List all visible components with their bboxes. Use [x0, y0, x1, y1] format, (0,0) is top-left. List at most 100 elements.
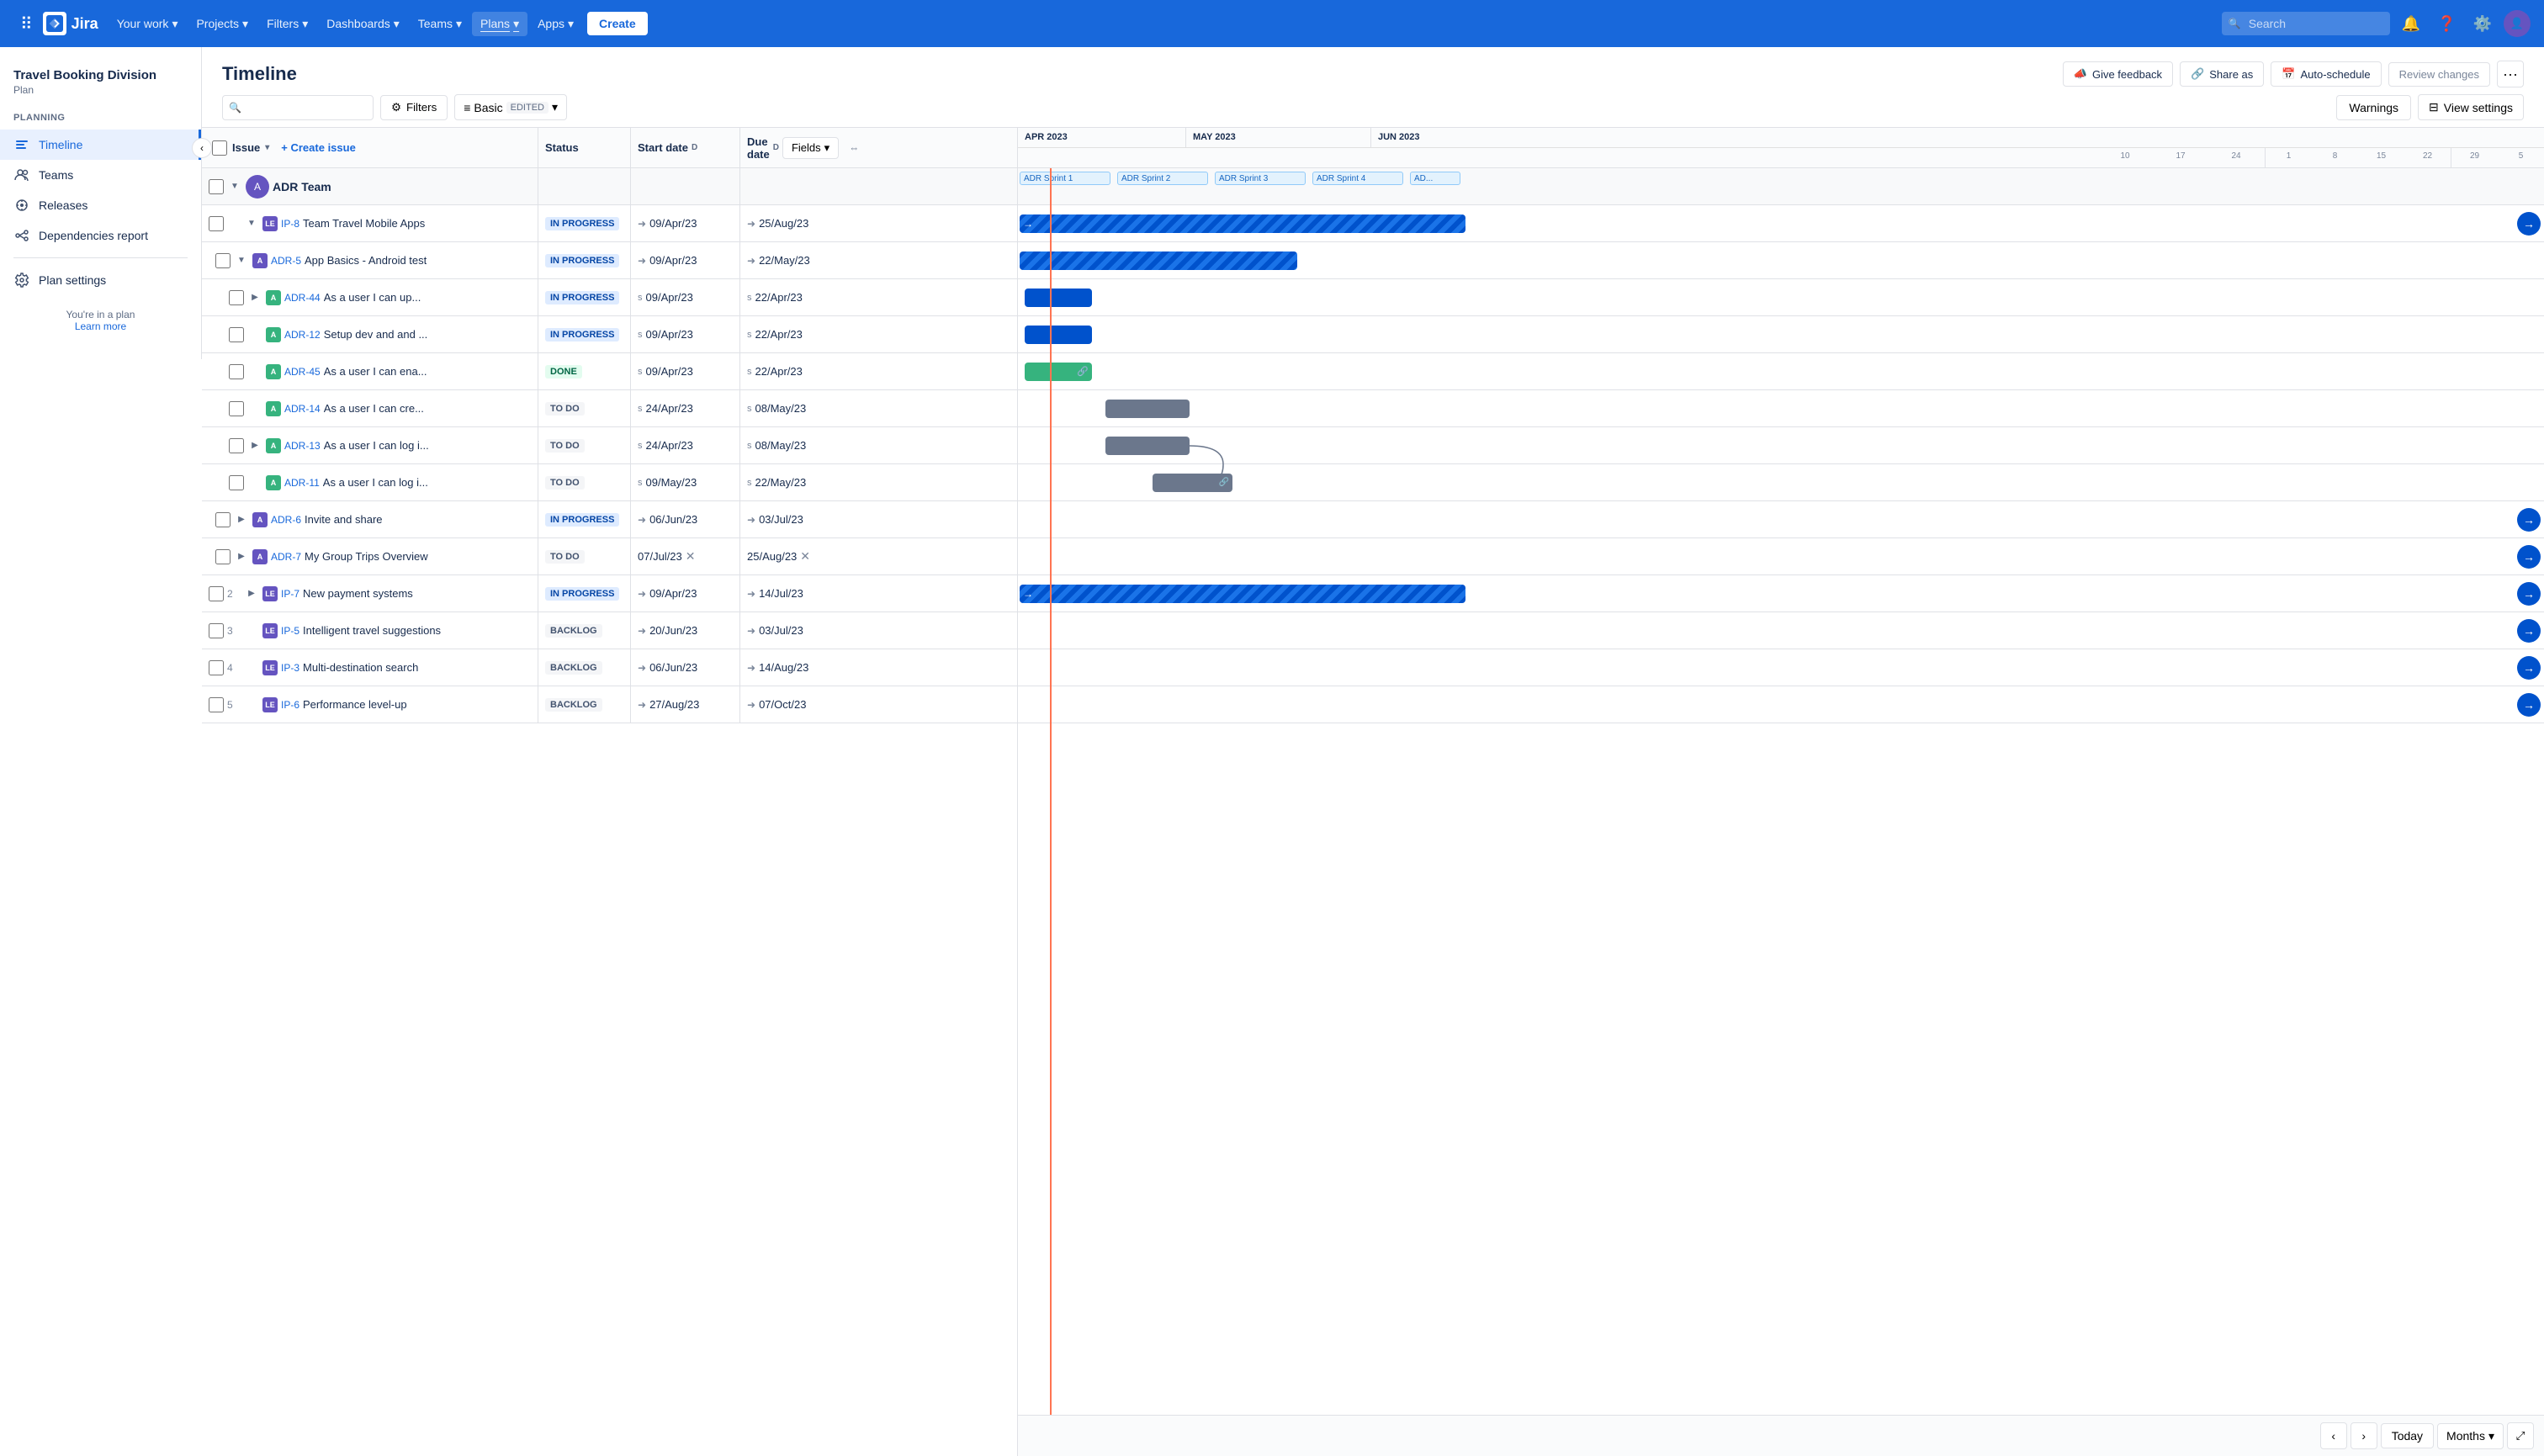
expand-adr6[interactable]: ▶	[234, 512, 249, 527]
nav-your-work[interactable]: Your work ▾	[109, 12, 187, 36]
gantt-months-button[interactable]: Months ▾	[2437, 1423, 2504, 1449]
select-all-checkbox[interactable]	[212, 140, 227, 156]
issue-link-adr45[interactable]: ADR-45	[284, 366, 321, 378]
issue-title-ip3[interactable]: Multi-destination search	[303, 661, 418, 674]
resize-icon[interactable]: ⇔	[849, 142, 859, 154]
expand-ip5[interactable]	[244, 623, 259, 638]
issue-link-adr7[interactable]: ADR-7	[271, 551, 301, 563]
gantt-bar-adr45[interactable]: 🔗	[1025, 363, 1092, 381]
issue-sort-icon[interactable]: ▾	[265, 143, 269, 152]
gantt-bar-adr13[interactable]	[1105, 437, 1190, 455]
row-checkbox-adr14[interactable]	[229, 401, 244, 416]
issue-title-adr12[interactable]: Setup dev and and ...	[324, 328, 428, 341]
issue-link-adr12[interactable]: ADR-12	[284, 329, 321, 341]
expand-ip6[interactable]	[244, 697, 259, 712]
issue-title-ip6[interactable]: Performance level-up	[303, 698, 407, 711]
expand-adr5[interactable]: ▼	[234, 253, 249, 268]
gantt-bar-adr44[interactable]	[1025, 289, 1092, 307]
right-nav-ip6[interactable]: →	[2517, 693, 2541, 717]
issue-title-adr5[interactable]: App Basics - Android test	[305, 254, 427, 267]
sidebar-item-dependencies[interactable]: Dependencies report	[0, 220, 201, 251]
gantt-prev-button[interactable]: ‹	[2320, 1422, 2347, 1449]
give-feedback-button[interactable]: 📣 Give feedback	[2063, 61, 2173, 87]
sidebar-item-releases[interactable]: Releases	[0, 190, 201, 220]
view-settings-button[interactable]: ⊟ View settings	[2418, 94, 2524, 120]
review-changes-button[interactable]: Review changes	[2388, 62, 2490, 87]
issue-link-ip7[interactable]: IP-7	[281, 588, 299, 600]
issue-title-ip5[interactable]: Intelligent travel suggestions	[303, 624, 441, 637]
issue-link-ip3[interactable]: IP-3	[281, 662, 299, 674]
issue-link-adr5[interactable]: ADR-5	[271, 255, 301, 267]
group-expand-btn[interactable]: ▼	[227, 179, 242, 194]
right-nav-adr6[interactable]: →	[2517, 508, 2541, 532]
expand-ip8[interactable]: ▼	[244, 216, 259, 231]
learn-more-link[interactable]: Learn more	[75, 320, 126, 332]
issue-link-adr13[interactable]: ADR-13	[284, 440, 321, 452]
group-checkbox[interactable]	[209, 179, 224, 194]
row-checkbox-adr7[interactable]	[215, 549, 231, 564]
sidebar-item-teams[interactable]: Teams	[0, 160, 201, 190]
create-issue-button[interactable]: + Create issue	[281, 141, 356, 154]
expand-adr44[interactable]: ▶	[247, 290, 262, 305]
issue-link-ip8[interactable]: IP-8	[281, 218, 299, 230]
issue-title-adr45[interactable]: As a user I can ena...	[324, 365, 427, 378]
row-checkbox-adr12[interactable]	[229, 327, 244, 342]
right-nav-ip7[interactable]: →	[2517, 582, 2541, 606]
issue-link-adr14[interactable]: ADR-14	[284, 403, 321, 415]
right-nav-ip5[interactable]: →	[2517, 619, 2541, 643]
issue-link-ip6[interactable]: IP-6	[281, 699, 299, 711]
right-nav-ip3[interactable]: →	[2517, 656, 2541, 680]
row-checkbox-ip8[interactable]	[209, 216, 224, 231]
row-checkbox-adr6[interactable]	[215, 512, 231, 527]
share-as-button[interactable]: 🔗 Share as	[2180, 61, 2264, 87]
gantt-bar-adr5[interactable]	[1020, 251, 1297, 270]
nav-filters[interactable]: Filters ▾	[258, 12, 316, 36]
row-checkbox-adr11[interactable]	[229, 475, 244, 490]
timeline-search-input[interactable]	[222, 95, 374, 120]
nav-plans[interactable]: Plans ▾	[472, 12, 527, 36]
create-button[interactable]: Create	[587, 12, 648, 35]
right-nav-ip8[interactable]: →	[2517, 212, 2541, 236]
issue-title-adr44[interactable]: As a user I can up...	[324, 291, 421, 304]
sidebar-item-plan-settings[interactable]: Plan settings	[0, 265, 201, 295]
expand-adr12[interactable]	[247, 327, 262, 342]
row-checkbox-adr45[interactable]	[229, 364, 244, 379]
issue-title-adr7[interactable]: My Group Trips Overview	[305, 550, 428, 563]
issue-title-adr14[interactable]: As a user I can cre...	[324, 402, 424, 415]
nav-projects[interactable]: Projects ▾	[188, 12, 257, 36]
gantt-next-button[interactable]: ›	[2351, 1422, 2377, 1449]
search-input[interactable]	[2222, 12, 2390, 35]
gantt-bar-ip7[interactable]: →	[1020, 585, 1465, 603]
sidebar-item-timeline[interactable]: Timeline	[0, 130, 201, 160]
expand-adr7[interactable]: ▶	[234, 549, 249, 564]
gantt-bar-adr14[interactable]	[1105, 400, 1190, 418]
expand-adr14[interactable]	[247, 401, 262, 416]
issue-title-adr6[interactable]: Invite and share	[305, 513, 383, 526]
grid-icon[interactable]: ⠿	[13, 7, 40, 41]
filters-button[interactable]: ⚙ Filters	[380, 95, 448, 120]
expand-adr11[interactable]	[247, 475, 262, 490]
row-checkbox-ip3[interactable]	[209, 660, 224, 675]
gantt-bar-adr11[interactable]: 🔗	[1153, 474, 1232, 492]
gantt-expand-button[interactable]: ⤢	[2507, 1422, 2534, 1449]
fields-button[interactable]: Fields ▾	[782, 137, 839, 159]
issue-link-adr44[interactable]: ADR-44	[284, 292, 321, 304]
row-checkbox-ip7[interactable]	[209, 586, 224, 601]
startdate-sort-icon[interactable]: D	[692, 143, 697, 152]
issue-link-adr6[interactable]: ADR-6	[271, 514, 301, 526]
help-button[interactable]: ❓	[2432, 10, 2461, 38]
gantt-bar-adr12[interactable]	[1025, 326, 1092, 344]
expand-ip3[interactable]	[244, 660, 259, 675]
expand-ip7[interactable]: ▶	[244, 586, 259, 601]
issue-title-adr11[interactable]: As a user I can log i...	[323, 476, 428, 489]
row-checkbox-adr13[interactable]	[229, 438, 244, 453]
duedate-sort-icon[interactable]: D	[773, 143, 779, 152]
issue-link-ip5[interactable]: IP-5	[281, 625, 299, 637]
settings-button[interactable]: ⚙️	[2468, 10, 2497, 38]
issue-title-ip7[interactable]: New payment systems	[303, 587, 413, 600]
expand-adr13[interactable]: ▶	[247, 438, 262, 453]
avatar[interactable]: 👤	[2504, 10, 2531, 37]
issue-link-adr11[interactable]: ADR-11	[284, 477, 320, 489]
issue-title-ip8[interactable]: Team Travel Mobile Apps	[303, 217, 425, 230]
notifications-button[interactable]: 🔔	[2397, 10, 2425, 38]
